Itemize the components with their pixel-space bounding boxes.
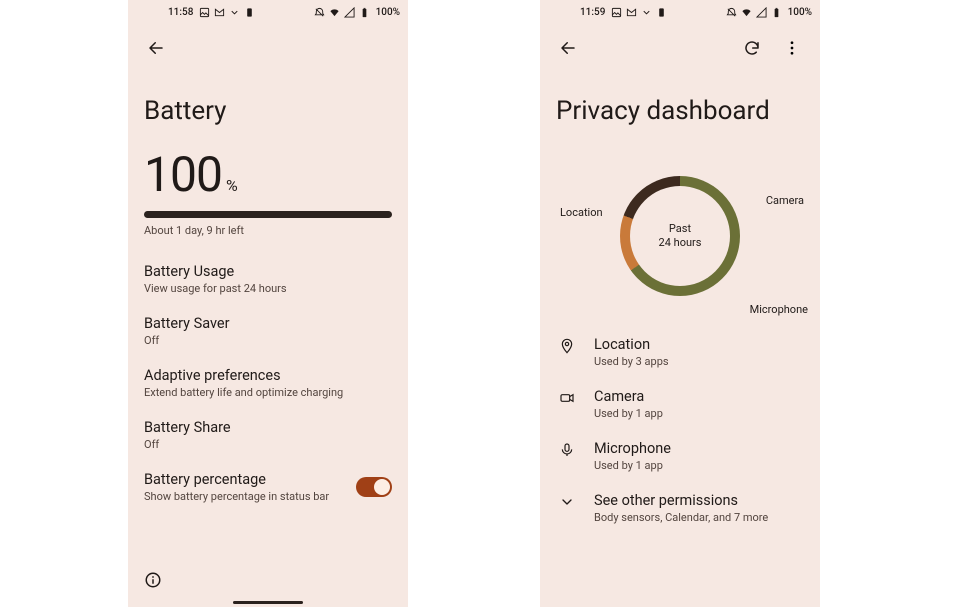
status-left-icons [611, 7, 667, 18]
microphone-icon [559, 442, 575, 458]
back-button[interactable] [140, 32, 172, 64]
dnd-icon [314, 7, 325, 18]
row-title: Battery percentage [144, 471, 344, 488]
percent-sign: % [226, 176, 238, 195]
refresh-icon [743, 39, 761, 57]
row-adaptive-preferences[interactable]: Adaptive preferences Extend battery life… [128, 357, 408, 409]
row-title: Microphone [594, 440, 671, 457]
arrow-back-icon [147, 39, 165, 57]
row-subtitle: Used by 3 apps [594, 355, 669, 368]
battery-bar [144, 211, 392, 218]
row-subtitle: View usage for past 24 hours [144, 282, 392, 295]
status-left-icons [199, 7, 255, 18]
sim-icon [656, 7, 667, 18]
status-battery-pct: 100% [376, 7, 400, 18]
row-title: See other permissions [594, 492, 768, 509]
row-title: Location [594, 336, 669, 353]
row-subtitle: Off [144, 334, 392, 347]
status-bar: 11:59 100% [540, 0, 820, 24]
dnd-icon [726, 7, 737, 18]
status-clock: 11:58 [168, 7, 193, 18]
page-title: Battery [144, 96, 392, 126]
row-battery-percentage[interactable]: Battery percentage Show battery percenta… [128, 461, 408, 513]
wifi-icon [329, 7, 340, 18]
row-subtitle: Off [144, 438, 392, 451]
gesture-nav-hint [233, 601, 303, 604]
row-subtitle: Used by 1 app [594, 407, 663, 420]
refresh-button[interactable] [736, 32, 768, 64]
row-subtitle: Body sensors, Calendar, and 7 more [594, 511, 768, 524]
row-subtitle: Show battery percentage in status bar [144, 490, 344, 503]
row-battery-share[interactable]: Battery Share Off [128, 409, 408, 461]
expand-icon [229, 7, 240, 18]
app-bar [540, 24, 820, 72]
row-location[interactable]: Location Used by 3 apps [540, 326, 820, 378]
image-icon [199, 7, 210, 18]
row-title: Adaptive preferences [144, 367, 392, 384]
expand-icon [641, 7, 652, 18]
row-battery-usage[interactable]: Battery Usage View usage for past 24 hou… [128, 253, 408, 305]
privacy-dashboard-screen: 11:59 100% [540, 0, 820, 607]
back-button[interactable] [552, 32, 584, 64]
row-battery-saver[interactable]: Battery Saver Off [128, 305, 408, 357]
status-clock: 11:59 [580, 7, 605, 18]
battery-icon [359, 7, 370, 18]
status-right-icons: 100% [314, 7, 400, 18]
info-icon [144, 571, 162, 589]
donut-label-microphone: Microphone [750, 303, 808, 316]
row-title: Battery Usage [144, 263, 392, 280]
donut-center-text: Past 24 hours [620, 176, 740, 296]
battery-estimate: About 1 day, 9 hr left [144, 224, 392, 237]
row-subtitle: Extend battery life and optimize chargin… [144, 386, 392, 399]
signal-icon [756, 7, 767, 18]
arrow-back-icon [559, 39, 577, 57]
donut-center-line1: Past [669, 222, 691, 236]
mail-m-icon [626, 7, 637, 18]
row-title: Camera [594, 388, 663, 405]
mail-m-icon [214, 7, 225, 18]
status-right-icons: 100% [726, 7, 812, 18]
status-bar: 11:58 100% [128, 0, 408, 24]
row-microphone[interactable]: Microphone Used by 1 app [540, 430, 820, 482]
app-bar [128, 24, 408, 72]
battery-percentage-switch[interactable] [356, 477, 392, 497]
info-button[interactable] [144, 571, 162, 593]
page-title: Privacy dashboard [556, 96, 804, 126]
overflow-button[interactable] [776, 32, 808, 64]
status-battery-pct: 100% [788, 7, 812, 18]
battery-level-number: 100 [144, 146, 222, 203]
camera-icon [559, 390, 575, 406]
battery-icon [771, 7, 782, 18]
signal-icon [344, 7, 355, 18]
donut-label-camera: Camera [766, 194, 804, 207]
donut-label-location: Location [560, 206, 603, 219]
sim-icon [244, 7, 255, 18]
location-pin-icon [559, 338, 575, 354]
row-subtitle: Used by 1 app [594, 459, 671, 472]
more-vert-icon [783, 39, 801, 57]
switch-thumb [374, 479, 390, 495]
row-title: Battery Saver [144, 315, 392, 332]
row-camera[interactable]: Camera Used by 1 app [540, 378, 820, 430]
battery-level: 100 % [144, 146, 392, 203]
row-see-other-permissions[interactable]: See other permissions Body sensors, Cale… [540, 482, 820, 534]
wifi-icon [741, 7, 752, 18]
usage-donut-chart: Past 24 hours Location Camera Microphone [550, 146, 810, 326]
donut-center-line2: 24 hours [659, 236, 702, 250]
battery-settings-screen: 11:58 100% Battery 100 [128, 0, 408, 607]
row-title: Battery Share [144, 419, 392, 436]
image-icon [611, 7, 622, 18]
chevron-down-icon [559, 494, 575, 510]
